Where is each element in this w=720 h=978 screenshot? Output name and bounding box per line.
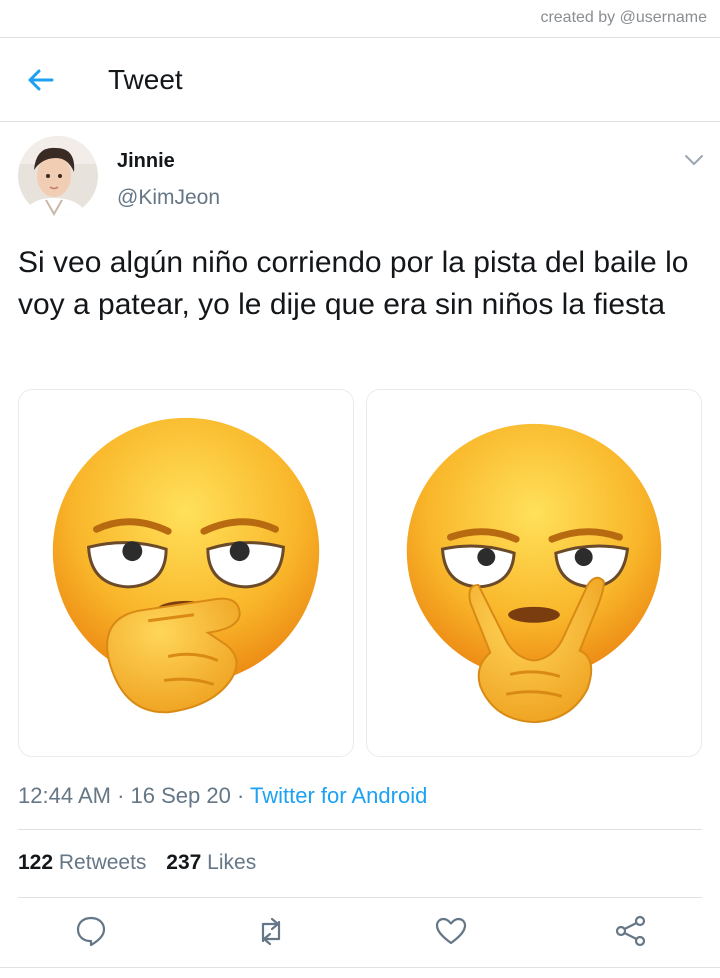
likes-label[interactable]: Likes [207,851,256,874]
tweet-image[interactable] [366,389,702,757]
retweets-label[interactable]: Retweets [59,851,147,874]
tweet-timestamp: 12:44 AM · 16 Sep 20 · Twitter for Andro… [18,783,427,809]
tweet-date: 16 Sep 20 [130,783,231,808]
tweet-source-link[interactable]: Twitter for Android [250,783,427,808]
divider [0,121,720,122]
avatar[interactable] [18,136,98,216]
author-handle[interactable]: @KimJeon [117,186,220,210]
chevron-down-icon[interactable] [683,150,705,170]
retweet-count[interactable]: 122 [18,851,53,874]
divider [0,967,720,968]
arrow-left-icon[interactable] [26,65,56,95]
engagement-stats: 122 Retweets 237 Likes [18,851,270,875]
like-count[interactable]: 237 [166,851,201,874]
reply-icon[interactable] [74,914,108,948]
page-title: Tweet [108,64,183,95]
tweet-time: 12:44 AM [18,783,111,808]
meta-separator: · [236,783,245,808]
tweet-text: Si veo algún niño corriendo por la pista… [18,246,689,321]
like-icon[interactable] [434,914,468,948]
divider [18,829,702,830]
author-name[interactable]: Jinnie [117,150,175,173]
watermark: created by @username [540,9,707,26]
share-icon[interactable] [614,914,648,948]
header-bar: Tweet [0,38,720,122]
meta-separator: · [117,783,125,808]
divider [18,897,702,898]
tweet-image[interactable] [18,389,354,757]
retweet-icon[interactable] [254,914,288,948]
